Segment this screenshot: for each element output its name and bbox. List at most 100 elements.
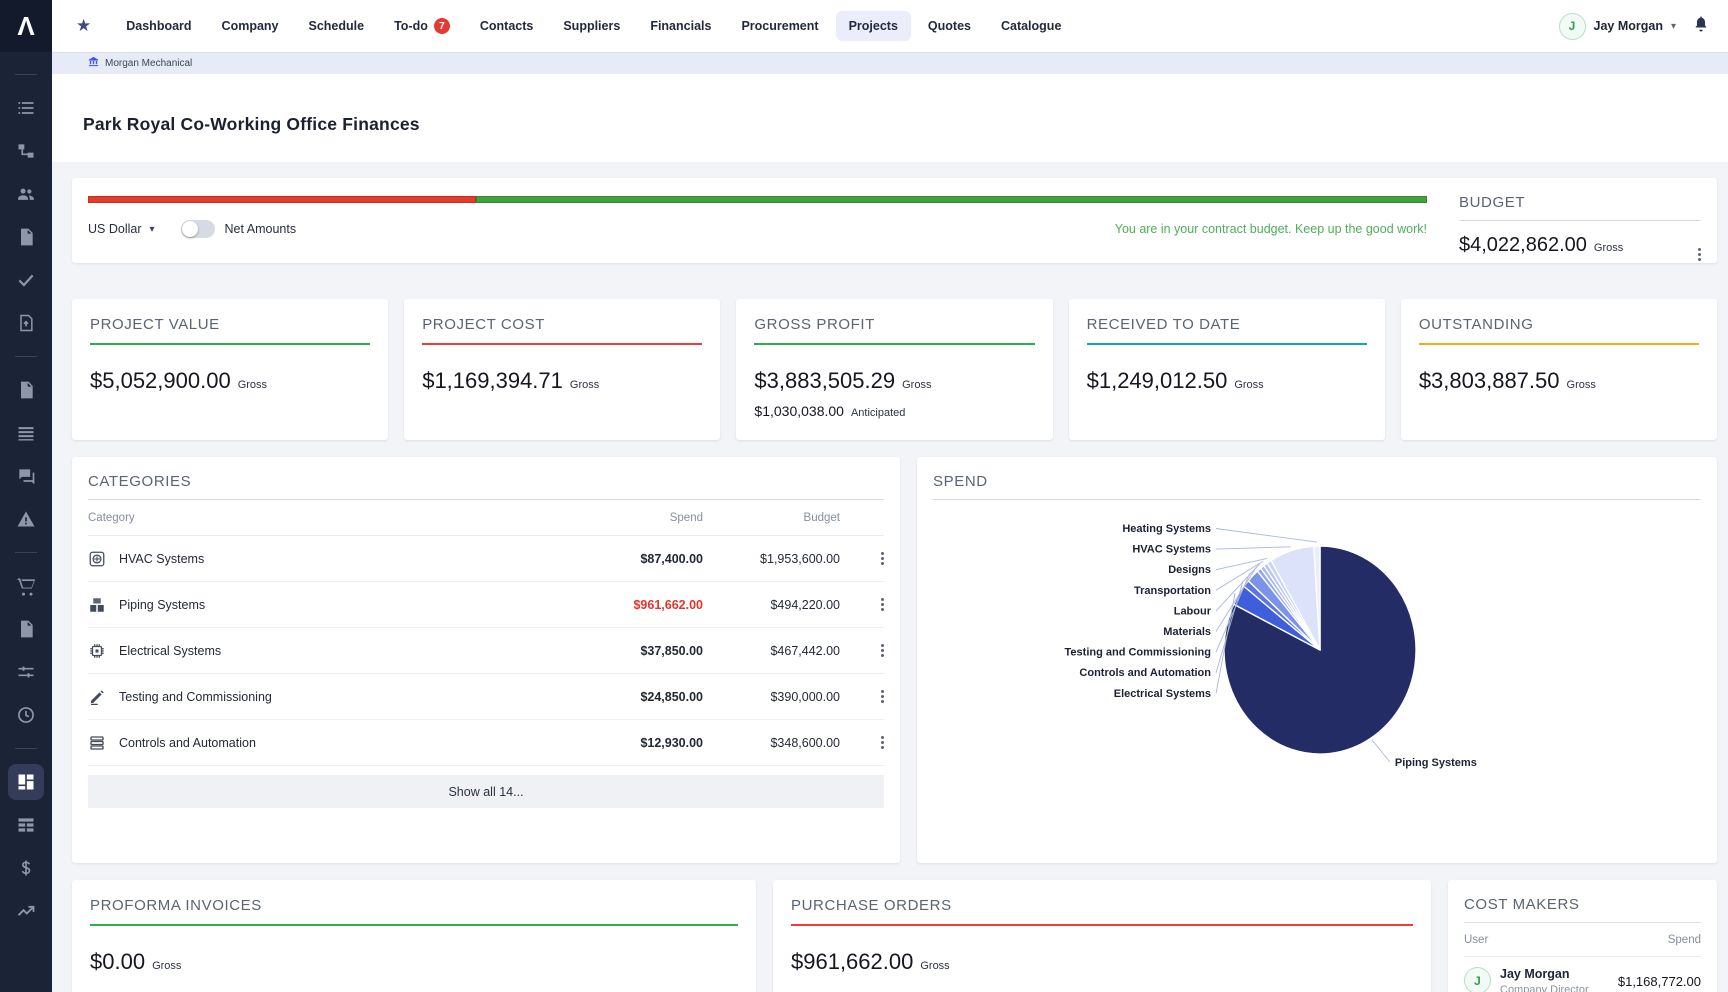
category-spend: $87,400.00 — [583, 552, 703, 566]
sidebar-item-sitemap-icon[interactable] — [8, 133, 44, 169]
nav-item-suppliers[interactable]: Suppliers — [550, 11, 633, 41]
stat-label: PROJECT COST — [422, 316, 702, 333]
sidebar: Λ — [0, 0, 52, 992]
sidebar-item-chat-icon[interactable] — [8, 458, 44, 494]
accent-divider — [754, 343, 1034, 345]
sidebar-item-check-icon[interactable] — [8, 262, 44, 298]
category-spend: $961,662.00 — [583, 598, 703, 612]
app-logo[interactable]: Λ — [0, 0, 52, 52]
proforma-title: PROFORMA INVOICES — [90, 897, 738, 914]
stat-suffix: Gross — [570, 379, 599, 391]
categories-table-header: Category Spend Budget — [88, 500, 884, 536]
category-budget: $348,600.00 — [703, 736, 840, 750]
sidebar-item-warning-icon[interactable] — [8, 501, 44, 537]
sidebar-item-document-icon[interactable] — [8, 611, 44, 647]
budget-progress-area: US Dollar ▾ Net Amounts You are in your … — [88, 194, 1455, 247]
categories-card: CATEGORIES Category Spend Budget HVAC Sy… — [72, 457, 900, 863]
sidebar-item-document-icon[interactable] — [8, 372, 44, 408]
nav-item-label: Contacts — [480, 19, 533, 33]
sidebar-item-trending-up-icon[interactable] — [8, 893, 44, 929]
divider — [1459, 220, 1701, 221]
nav-item-schedule[interactable]: Schedule — [296, 11, 378, 41]
purchase-orders-suffix: Gross — [920, 960, 949, 972]
nav-item-dashboard[interactable]: Dashboard — [113, 11, 204, 41]
nav-item-to-do[interactable]: To-do7 — [381, 10, 463, 42]
sidebar-item-people-icon[interactable] — [8, 176, 44, 212]
sidebar-item-cart-icon[interactable] — [8, 568, 44, 604]
sidebar-item-dollar-icon[interactable] — [8, 850, 44, 886]
sidebar-divider — [15, 552, 37, 553]
sidebar-item-clock-icon[interactable] — [8, 697, 44, 733]
sidebar-item-dashboard-grid-icon[interactable] — [8, 764, 44, 800]
budget-label: BUDGET — [1459, 194, 1701, 211]
nav-item-label: Financials — [650, 19, 711, 33]
stat-secondary-suffix: Anticipated — [851, 407, 905, 419]
row-kebab-menu[interactable] — [881, 644, 884, 657]
stats-row: PROJECT VALUE$5,052,900.00Gross PROJECT C… — [72, 299, 1717, 440]
stat-suffix: Gross — [902, 379, 931, 391]
net-amounts-toggle[interactable] — [181, 220, 215, 238]
nav-item-catalogue[interactable]: Catalogue — [988, 11, 1074, 41]
middle-row: CATEGORIES Category Spend Budget HVAC Sy… — [72, 457, 1717, 863]
accent-divider — [1087, 343, 1367, 345]
stat-amount: $5,052,900.00 — [90, 368, 231, 394]
cost-makers-header: User Spend — [1464, 923, 1701, 957]
category-budget: $467,442.00 — [703, 644, 840, 658]
sidebar-item-tune-icon[interactable] — [8, 654, 44, 690]
cost-makers-title: COST MAKERS — [1464, 896, 1701, 913]
nav-item-procurement[interactable]: Procurement — [728, 11, 831, 41]
category-row: Electrical Systems$37,850.00$467,442.00 — [88, 628, 884, 674]
spend-pie-chart[interactable]: Heating SystemsHVAC SystemsDesignsTransp… — [933, 500, 1701, 846]
proforma-invoices-card: PROFORMA INVOICES $0.00 Gross — [72, 880, 756, 992]
column-category: Category — [88, 512, 583, 524]
breadcrumb[interactable]: Morgan Mechanical — [52, 52, 1728, 74]
sidebar-item-document-icon[interactable] — [8, 219, 44, 255]
category-row: HVAC Systems$87,400.00$1,953,600.00 — [88, 536, 884, 582]
nav-item-projects[interactable]: Projects — [836, 11, 911, 41]
nav-item-label: Suppliers — [563, 19, 620, 33]
budget-amount-suffix: Gross — [1594, 242, 1623, 254]
show-all-button[interactable]: Show all 14... — [88, 775, 884, 808]
stat-suffix: Gross — [1567, 379, 1596, 391]
column-spend: Spend — [583, 512, 703, 524]
budget-kebab-menu[interactable] — [1698, 248, 1701, 261]
nav-item-financials[interactable]: Financials — [637, 11, 724, 41]
category-row: Piping Systems$961,662.00$494,220.00 — [88, 582, 884, 628]
pie-label: Transportation — [1134, 585, 1211, 597]
column-budget: Budget — [703, 512, 840, 524]
categories-table-body: HVAC Systems$87,400.00$1,953,600.00 Pipin… — [88, 536, 884, 766]
currency-select[interactable]: US Dollar ▾ — [88, 222, 155, 236]
sidebar-item-file-upload-icon[interactable] — [8, 305, 44, 341]
notifications-bell-icon[interactable] — [1692, 15, 1710, 38]
nav-item-label: Procurement — [741, 19, 818, 33]
pie-label: Electrical Systems — [1114, 688, 1211, 700]
category-spend: $37,850.00 — [583, 644, 703, 658]
chevron-down-icon: ▾ — [1671, 21, 1676, 32]
pie-leader-line — [1216, 529, 1317, 543]
cost-maker-spend: $1,168,772.00 — [1618, 974, 1701, 989]
chip-icon — [88, 642, 106, 660]
pie-label: Materials — [1163, 626, 1211, 638]
sidebar-item-rows-icon[interactable] — [8, 415, 44, 451]
nav-right: J Jay Morgan ▾ — [1559, 13, 1711, 40]
user-name: Jay Morgan — [1594, 19, 1663, 33]
pie-label: Heating Systems — [1122, 523, 1211, 535]
favorite-star-icon[interactable]: ★ — [76, 16, 91, 36]
sidebar-item-list-icon[interactable] — [8, 90, 44, 126]
nav-item-quotes[interactable]: Quotes — [915, 11, 984, 41]
app-root: Λ ★ DashboardCompanyScheduleTo-do7 Contac… — [0, 0, 1728, 992]
purchase-orders-amount: $961,662.00 — [791, 949, 913, 975]
row-kebab-menu[interactable] — [881, 736, 884, 749]
category-row: Controls and Automation$12,930.00$348,60… — [88, 720, 884, 766]
row-kebab-menu[interactable] — [881, 598, 884, 611]
category-name: Piping Systems — [119, 598, 205, 612]
user-menu[interactable]: J Jay Morgan ▾ — [1559, 13, 1677, 40]
chevron-down-icon: ▾ — [150, 224, 155, 235]
nav-item-company[interactable]: Company — [209, 11, 292, 41]
row-kebab-menu[interactable] — [881, 552, 884, 565]
proforma-suffix: Gross — [152, 960, 181, 972]
nav-item-contacts[interactable]: Contacts — [467, 11, 546, 41]
sidebar-item-table-icon[interactable] — [8, 807, 44, 843]
row-kebab-menu[interactable] — [881, 690, 884, 703]
stat-card-project-value: PROJECT VALUE$5,052,900.00Gross — [72, 299, 388, 440]
